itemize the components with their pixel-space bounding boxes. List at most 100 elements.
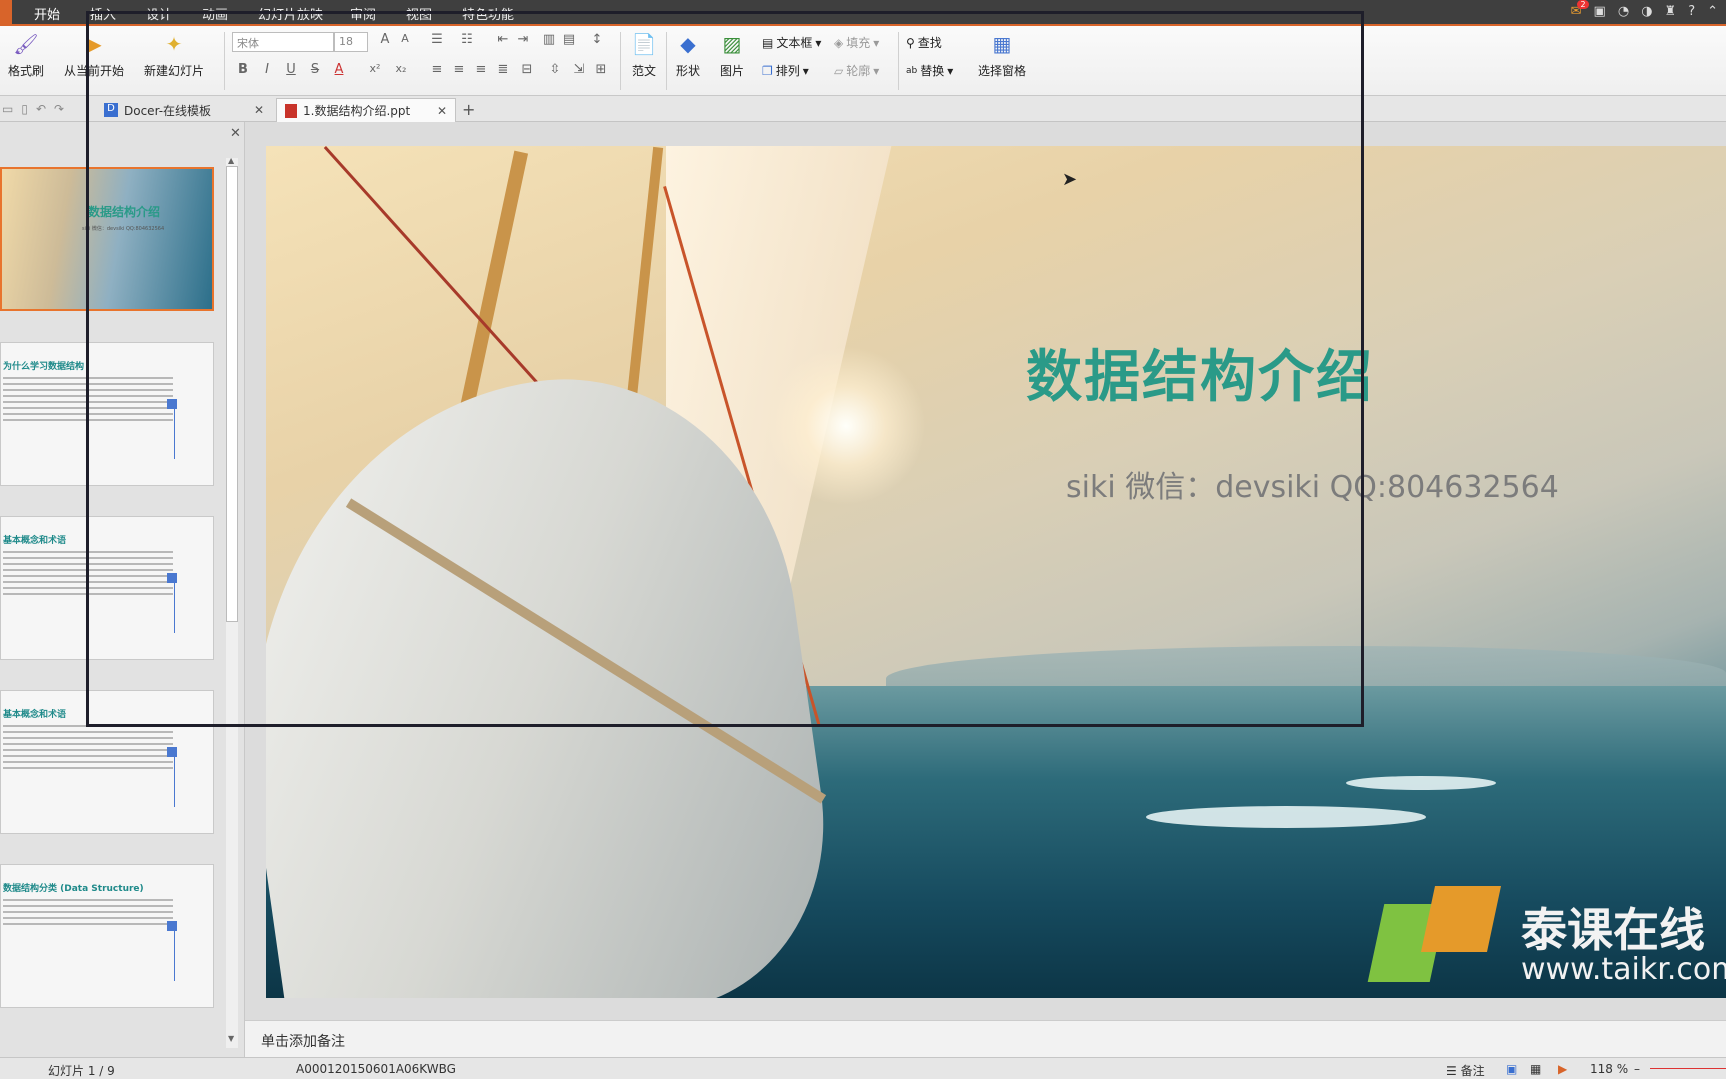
tab-animation[interactable]: 动画 [202,4,228,23]
print-preview-icon[interactable]: ▯ [21,102,28,116]
help-icon[interactable]: ? [1688,4,1695,19]
new-slide-button[interactable]: ✦ 新建幻灯片 [144,30,204,79]
outline-label: 轮廓 [846,64,871,78]
close-icon[interactable]: ✕ [437,104,447,118]
arrange-button[interactable]: ❐ 排列 ▾ [762,62,809,79]
doc-tab-docer[interactable]: D Docer-在线模板 ✕ [96,98,272,122]
slide-thumbnail-pane: ✕ 数据结构介绍 siki 微信：devsiki QQ:804632564 为什… [0,122,245,1057]
new-tab-icon[interactable]: + [462,100,475,119]
slide-thumbnail-3[interactable]: 基本概念和术语 [0,516,214,660]
template-id: A000120150601A06KWBG [296,1062,456,1076]
slideshow-view-icon[interactable]: ▶ [1558,1062,1567,1076]
normal-view-icon[interactable]: ▣ [1506,1062,1517,1076]
mail-icon[interactable]: ✉ 2 [1571,0,1589,19]
shape-button[interactable]: ◆ 形状 [674,30,702,79]
bold-icon[interactable]: B [234,62,252,80]
selection-pane-icon: ▦ [992,32,1012,56]
grow-font-icon[interactable]: A [376,32,394,50]
slide-thumbnail-2[interactable]: 为什么学习数据结构 [0,342,214,486]
slide-title[interactable]: 数据结构介绍 [1026,332,1374,413]
align-center-icon[interactable]: ≡ [450,62,468,80]
flag-icon [167,573,177,583]
picture-label: 图片 [719,64,744,78]
selection-pane-label: 选择窗格 [978,64,1027,78]
fill-button[interactable]: ◈ 填充 ▾ [834,34,879,51]
replace-button[interactable]: ab 替换 ▾ [906,62,953,79]
slide-thumbnail-1[interactable]: 数据结构介绍 siki 微信：devsiki QQ:804632564 [0,167,214,311]
picture-button[interactable]: ▨ 图片 [718,30,746,79]
thumbnail-title: 数据结构分类 (Data Structure) [3,884,144,894]
text-direction-icon[interactable]: ▤ [560,32,578,50]
picture-icon: ▨ [722,32,742,56]
justify-icon[interactable]: ≣ [494,62,512,80]
wave-foam [1346,776,1496,790]
scroll-down-icon[interactable]: ▼ [228,1034,234,1043]
textbox-button[interactable]: ▤ 文本框 ▾ [762,34,821,51]
underline-icon[interactable]: U [282,62,300,80]
align-left-icon[interactable]: ≡ [428,62,446,80]
scroll-up-icon[interactable]: ▲ [228,156,234,165]
close-icon[interactable]: ✕ [254,103,264,117]
thumbnail-scrollbar[interactable]: ▲ ▼ [226,156,238,1048]
subscript-icon[interactable]: x₂ [392,62,410,80]
fill-label: 填充 [846,36,871,50]
user-icon[interactable]: ▣ [1594,4,1606,19]
from-current-button[interactable]: ▶ 从当前开始 [64,30,124,79]
undo-icon[interactable]: ↶ [36,102,46,116]
share-icon[interactable]: ◑ [1641,4,1652,19]
font-size-select[interactable]: 18 [334,32,368,52]
sun-glare [766,346,926,506]
sorter-view-icon[interactable]: ▦ [1530,1062,1541,1076]
current-slide[interactable]: 数据结构介绍 siki 微信：devsiki QQ:804632564 泰课在线… [266,146,1726,998]
menu-bar: 开始 插入 设计 动画 幻灯片放映 审阅 视图 特色功能 ✉ 2 ▣ ◔ ◑ ♜ … [0,0,1726,26]
redo-icon[interactable]: ↷ [54,102,64,116]
template-button[interactable]: 📄 范文 [630,30,658,79]
strikethrough-icon[interactable]: S [306,62,324,80]
font-name-select[interactable]: 宋体 [232,32,334,52]
arrange-label: 排列 [775,64,800,78]
paragraph-settings-icon[interactable]: ⊞ [592,62,610,80]
increase-indent-icon[interactable]: ⇥ [514,32,532,50]
slide-subtitle[interactable]: siki 微信：devsiki QQ:804632564 [1066,462,1559,506]
align-right-icon[interactable]: ≡ [472,62,490,80]
format-painter-button[interactable]: 🖌 格式刷 [8,30,44,79]
textbox-label: 文本框 [776,36,813,50]
app-menu-button[interactable] [0,0,12,24]
slide-thumbnail-5[interactable]: 数据结构分类 (Data Structure) [0,864,214,1008]
find-button[interactable]: ⚲ 查找 [906,34,942,51]
doc-tab-ppt[interactable]: 1.数据结构介绍.ppt ✕ [276,98,456,122]
notes-toggle[interactable]: ☰ 备注 [1446,1062,1485,1079]
line-spacing-icon[interactable]: ↕ [588,32,606,50]
tab-special[interactable]: 特色功能 [462,4,514,23]
zoom-level[interactable]: 118 % [1590,1062,1628,1076]
slide-thumbnail-4[interactable]: 基本概念和术语 [0,690,214,834]
save-icon[interactable]: ▭ [2,102,13,116]
close-pane-icon[interactable]: ✕ [230,126,241,141]
numbered-list-icon[interactable]: ☷ [458,32,476,50]
tab-slideshow[interactable]: 幻灯片放映 [258,4,323,23]
shirt-icon[interactable]: ♜ [1665,4,1677,19]
decrease-indent-icon[interactable]: ⇤ [494,32,512,50]
skin-icon[interactable]: ◔ [1618,4,1629,19]
tab-home[interactable]: 开始 [34,4,60,23]
zoom-slider[interactable] [1650,1068,1726,1069]
tab-design[interactable]: 设计 [146,4,172,23]
tab-review[interactable]: 审阅 [350,4,376,23]
paragraph-spacing-icon[interactable]: ⇳ [546,62,564,80]
superscript-icon[interactable]: x² [366,62,384,80]
distribute-icon[interactable]: ⊟ [518,62,536,80]
font-color-icon[interactable]: A [330,62,348,80]
tab-insert[interactable]: 插入 [90,4,116,23]
shrink-font-icon[interactable]: A [396,32,414,50]
selection-pane-button[interactable]: ▦ 选择窗格 [978,30,1026,79]
bullet-list-icon[interactable]: ☰ [428,32,446,50]
columns-icon[interactable]: ▥ [540,32,558,50]
scrollbar-thumb[interactable] [226,166,238,622]
zoom-out-icon[interactable]: – [1634,1062,1640,1076]
italic-icon[interactable]: I [258,62,276,80]
collapse-ribbon-icon[interactable]: ⌃ [1707,4,1718,19]
indent-icon[interactable]: ⇲ [570,62,588,80]
tab-view[interactable]: 视图 [406,4,432,23]
outline-button[interactable]: ▱ 轮廓 ▾ [834,62,879,79]
notes-pane[interactable]: 单击添加备注 [245,1020,1726,1057]
